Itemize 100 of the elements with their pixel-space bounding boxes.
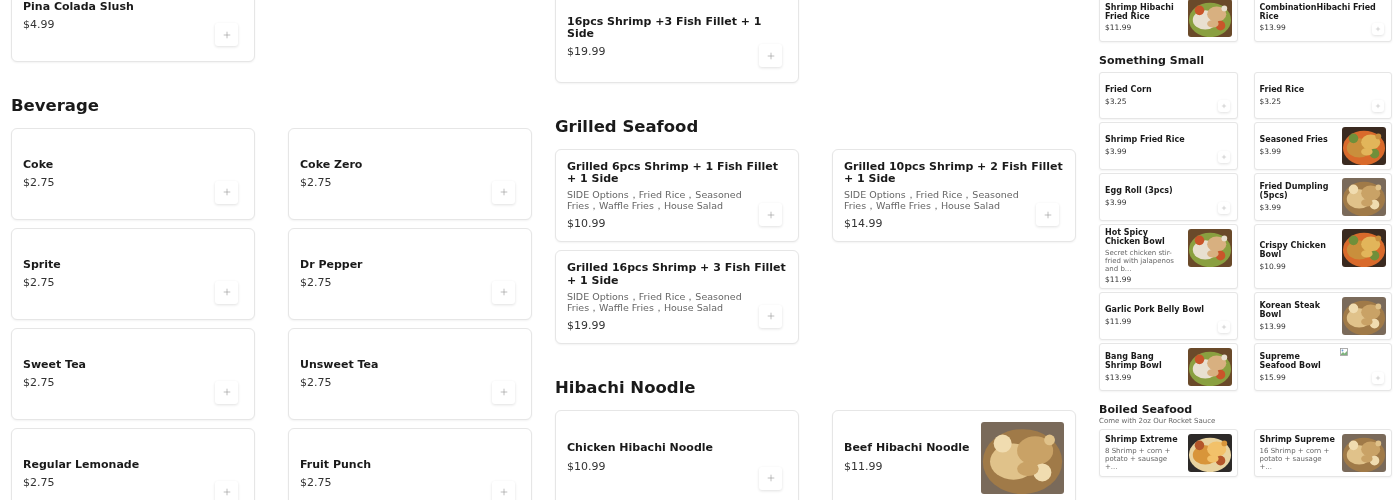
item-price: $10.99 bbox=[567, 459, 606, 473]
plus-icon bbox=[1220, 205, 1227, 212]
menu-item-card[interactable]: Coke Zero $2.75 bbox=[288, 127, 532, 220]
menu-item-card[interactable]: Grilled 10pcs Shrimp + 2 Fish Fillet + 1 Side SIDE Options，Fried Rice，Seasoned Fries，Waffle Fries，House Salad $14.99 bbox=[832, 148, 1076, 243]
item-name: 16pcs Shrimp +3 Fish Fillet + 1 Side bbox=[567, 15, 763, 41]
add-button[interactable] bbox=[759, 44, 782, 67]
add-button[interactable] bbox=[215, 280, 238, 304]
item-name: Pina Colada Slush bbox=[23, 0, 135, 14]
item-name: Korean Steak Bowl bbox=[1259, 301, 1322, 320]
menu-item-card[interactable]: 16pcs Shrimp +3 Fish Fillet + 1 Side $19.99 bbox=[555, 0, 799, 83]
item-name: Shrimp Extreme bbox=[1105, 435, 1179, 445]
item-name: Grilled 6pcs Shrimp + 1 Fish Fillet + 1 Side bbox=[567, 160, 780, 186]
menu-item-card[interactable]: Beef Hibachi Noodle $11.99 bbox=[832, 409, 1076, 500]
add-button[interactable] bbox=[492, 480, 515, 500]
add-button[interactable] bbox=[215, 480, 238, 500]
menu-item-card[interactable]: Coke $2.75 bbox=[11, 127, 255, 220]
item-name: Fruit Punch bbox=[300, 458, 372, 471]
section-heading: Grilled Seafood bbox=[555, 117, 700, 137]
item-name: Sprite bbox=[23, 258, 62, 271]
plus-icon bbox=[221, 187, 232, 198]
item-name: Regular Lemonade bbox=[23, 458, 141, 471]
menu-item-card[interactable]: Unsweet Tea $2.75 bbox=[288, 327, 532, 420]
item-name: Coke bbox=[23, 158, 55, 171]
add-button[interactable] bbox=[759, 304, 782, 328]
plus-icon bbox=[1375, 103, 1381, 110]
plus-icon bbox=[221, 387, 232, 398]
item-name: Shrimp Supreme bbox=[1259, 435, 1336, 445]
add-button[interactable] bbox=[1217, 321, 1230, 334]
add-button[interactable] bbox=[1372, 100, 1384, 113]
item-price: $2.75 bbox=[23, 475, 55, 489]
broken-image-icon bbox=[1340, 348, 1348, 357]
add-button[interactable] bbox=[492, 180, 515, 204]
plus-icon bbox=[1375, 375, 1381, 382]
item-name: Shrimp Fried Rice bbox=[1105, 136, 1186, 146]
menu-item-card[interactable]: Grilled 16pcs Shrimp + 3 Fish Fillet + 1 Side SIDE Options，Fried Rice，Seasoned Fries，Waffle Fries，House Salad $19.99 bbox=[555, 250, 799, 344]
plus-icon bbox=[1220, 103, 1227, 110]
item-name: Garlic Pork Belly Bowl bbox=[1105, 306, 1206, 316]
add-button[interactable] bbox=[215, 23, 238, 46]
add-button[interactable] bbox=[759, 203, 782, 227]
item-name: Grilled 10pcs Shrimp + 2 Fish Fillet + 1 Side bbox=[844, 160, 1064, 186]
plus-icon bbox=[1220, 154, 1227, 161]
plus-icon bbox=[1042, 209, 1053, 220]
item-name: Fried Dumpling (5pcs) bbox=[1259, 182, 1330, 201]
item-price: $14.99 bbox=[844, 217, 883, 231]
menu-item-card[interactable]: Regular Lemonade $2.75 bbox=[11, 427, 255, 500]
item-price: $2.75 bbox=[23, 375, 55, 389]
menu-item-card[interactable]: Fruit Punch $2.75 bbox=[288, 427, 532, 500]
item-name: Beef Hibachi Noodle bbox=[844, 442, 971, 455]
item-price: $2.75 bbox=[300, 475, 332, 489]
plus-icon bbox=[221, 487, 232, 498]
menu-item-card[interactable]: Grilled 6pcs Shrimp + 1 Fish Fillet + 1 Side SIDE Options，Fried Rice，Seasoned Fries，Waffle Fries，House Salad $10.99 bbox=[555, 148, 799, 243]
add-button[interactable] bbox=[215, 380, 238, 404]
item-name: Bang Bang Shrimp Bowl bbox=[1105, 352, 1163, 371]
item-name: Dr Pepper bbox=[300, 258, 364, 271]
item-name: Crispy Chicken Bowl bbox=[1259, 242, 1327, 261]
plus-icon bbox=[765, 50, 776, 61]
item-name: Sweet Tea bbox=[23, 358, 88, 371]
item-price: $2.75 bbox=[23, 275, 55, 289]
add-button[interactable] bbox=[1217, 202, 1230, 215]
plus-icon bbox=[1220, 324, 1227, 331]
item-price: $11.99 bbox=[844, 459, 883, 473]
add-button[interactable] bbox=[492, 380, 515, 404]
item-price: $2.75 bbox=[300, 375, 332, 389]
add-button[interactable] bbox=[1036, 203, 1059, 227]
add-button[interactable] bbox=[1217, 151, 1230, 164]
add-button[interactable] bbox=[759, 466, 782, 490]
add-button[interactable] bbox=[492, 280, 515, 304]
section-heading: Something Small bbox=[1099, 54, 1206, 68]
item-price: $19.99 bbox=[567, 318, 606, 332]
menu-item-card[interactable]: Sprite $2.75 bbox=[11, 227, 255, 320]
item-name: Grilled 16pcs Shrimp + 3 Fish Fillet + 1 Side bbox=[567, 262, 787, 287]
add-button[interactable] bbox=[1217, 100, 1230, 113]
plus-icon bbox=[1375, 26, 1381, 32]
menu-item-card[interactable]: Pina Colada Slush $4.99 bbox=[11, 0, 255, 62]
item-description: SIDE Options，Fried Rice，Seasoned Fries，Waffle Fries，House Salad bbox=[567, 190, 743, 213]
section-heading: Hibachi Noodle bbox=[555, 377, 697, 398]
item-name: Hot Spicy Chicken Bowl bbox=[1105, 229, 1166, 248]
item-name: Supreme Seafood Bowl bbox=[1259, 352, 1322, 371]
add-button[interactable] bbox=[215, 180, 238, 204]
item-name: Shrimp Hibachi Fried Rice bbox=[1105, 3, 1175, 22]
item-name: Fried Corn bbox=[1105, 85, 1153, 95]
plus-icon bbox=[498, 487, 509, 498]
add-button[interactable] bbox=[1372, 372, 1384, 385]
plus-icon bbox=[221, 287, 232, 298]
item-price: $2.75 bbox=[23, 175, 55, 189]
item-description: SIDE Options，Fried Rice，Seasoned Fries，Waffle Fries，House Salad bbox=[567, 291, 743, 314]
item-description: SIDE Options，Fried Rice，Seasoned Fries，Waffle Fries，House Salad bbox=[844, 190, 1020, 213]
menu-item-card[interactable]: Chicken Hibachi Noodle $10.99 bbox=[555, 409, 799, 500]
item-name: Coke Zero bbox=[300, 158, 364, 171]
item-name: Unsweet Tea bbox=[300, 358, 380, 371]
plus-icon bbox=[498, 287, 509, 298]
section-heading: Beverage bbox=[11, 96, 100, 116]
menu-item-card[interactable]: Dr Pepper $2.75 bbox=[288, 227, 532, 320]
plus-icon bbox=[765, 209, 776, 220]
add-button[interactable] bbox=[1372, 23, 1384, 35]
menu-item-card[interactable]: Sweet Tea $2.75 bbox=[11, 327, 255, 420]
plus-icon bbox=[765, 311, 776, 322]
item-name: CombinationHibachi Fried Rice bbox=[1259, 3, 1377, 22]
section-heading: Boiled Seafood bbox=[1099, 403, 1194, 417]
plus-icon bbox=[765, 473, 776, 484]
